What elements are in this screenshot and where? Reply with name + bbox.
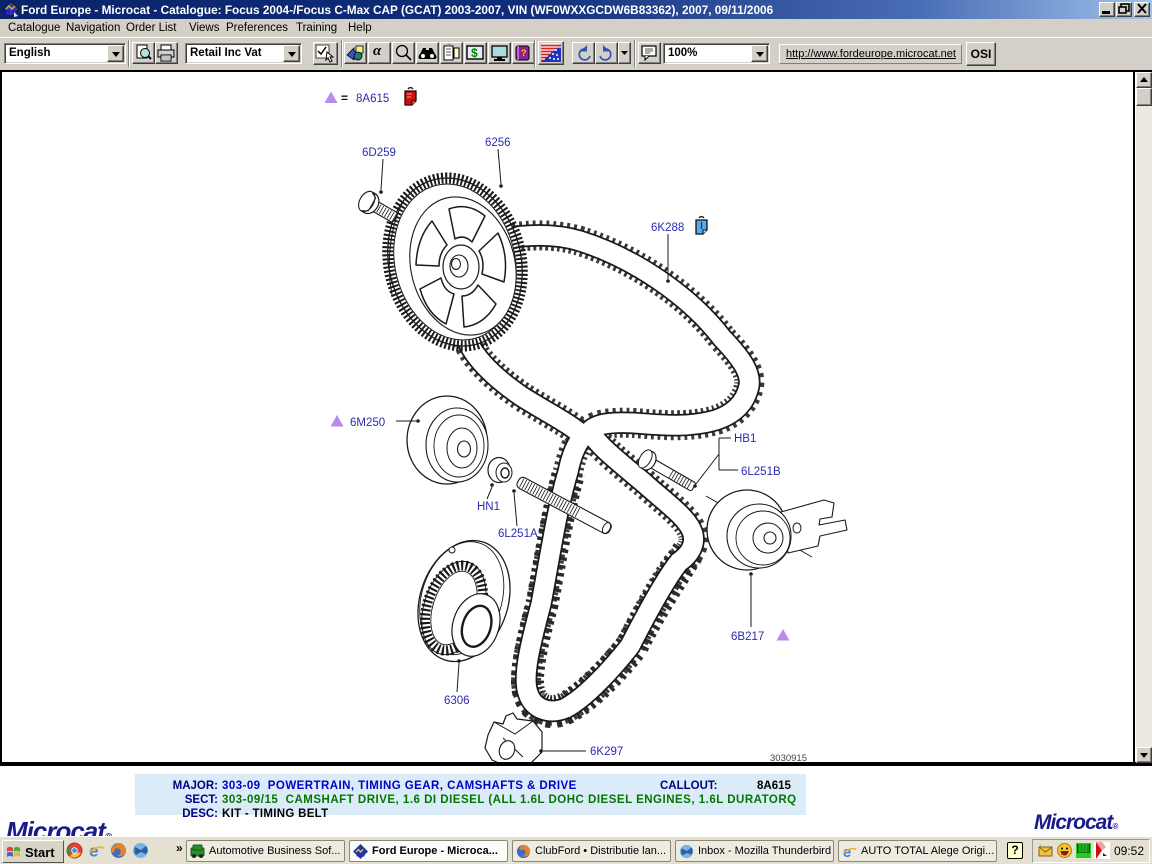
svg-text:$: $ (471, 46, 478, 60)
svg-text:6D259: 6D259 (362, 147, 396, 159)
svg-text:6L251A: 6L251A (498, 528, 538, 540)
svg-text:6B217: 6B217 (731, 631, 764, 643)
svg-text:6K288: 6K288 (651, 222, 684, 234)
svg-text:6M250: 6M250 (350, 417, 385, 429)
svg-text:6L251B: 6L251B (741, 466, 781, 478)
svg-text:3030915: 3030915 (770, 753, 807, 762)
svg-text:6306: 6306 (444, 695, 470, 707)
svg-text:HN1: HN1 (477, 501, 500, 513)
svg-text:?: ? (521, 48, 527, 58)
svg-text:HB1: HB1 (734, 433, 756, 445)
svg-text:8A615: 8A615 (356, 93, 389, 105)
svg-text:=: = (341, 91, 348, 105)
svg-text:6256: 6256 (485, 137, 511, 149)
svg-text:6K297: 6K297 (590, 746, 623, 758)
